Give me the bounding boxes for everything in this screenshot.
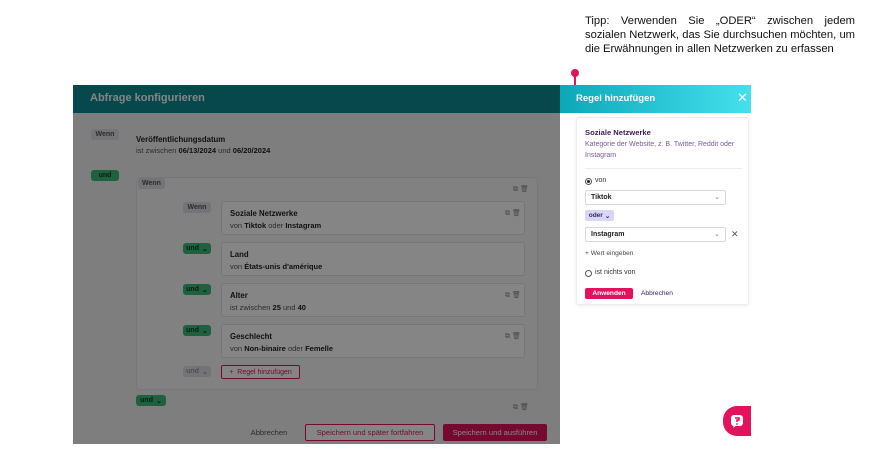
select-network-1[interactable]: Tiktok ⌄ — [585, 190, 726, 205]
tip-connector-dot — [571, 69, 579, 77]
rule-title: Soziale Netzwerke — [585, 128, 651, 137]
tip-text: Tipp: Verwenden Sie „ODER“ zwischen jede… — [585, 15, 855, 56]
chevron-down-icon: ⌄ — [604, 212, 611, 220]
page: Tipp: Verwenden Sie „ODER“ zwischen jede… — [0, 0, 872, 475]
add-value-button[interactable]: + Wert eingeben — [585, 250, 633, 257]
panel-cancel-button[interactable]: Abbrechen — [641, 290, 673, 297]
radio-von[interactable] — [585, 178, 592, 185]
plus-icon: + — [585, 250, 589, 257]
panel-title: Regel hinzufügen — [576, 93, 656, 104]
modal-overlay — [73, 85, 560, 444]
chevron-down-icon: ⌄ — [714, 194, 720, 201]
chevron-down-icon: ⌄ — [714, 231, 720, 238]
rule-description: Kategorie der Website, z. B. Twitter, Re… — [585, 141, 735, 159]
divider — [585, 168, 742, 169]
remove-value-icon[interactable]: ✕ — [731, 229, 739, 240]
radio-von-label: von — [595, 177, 607, 184]
radio-not-any[interactable] — [585, 270, 592, 277]
close-icon[interactable]: ✕ — [737, 90, 748, 106]
radio-not-any-label: ist nichts von — [595, 269, 636, 276]
rule-editor-card: Soziale Netzwerke Kategorie der Website,… — [576, 117, 749, 305]
add-rule-panel: Regel hinzufügen ✕ Soziale Netzwerke Kat… — [560, 85, 751, 444]
panel-header: Regel hinzufügen ✕ — [560, 85, 751, 113]
oder-operator[interactable]: oder ⌄ — [585, 210, 614, 221]
chat-widget-button[interactable] — [723, 406, 751, 436]
apply-button[interactable]: Anwenden — [585, 288, 633, 299]
select-network-2[interactable]: Instagram ⌄ — [585, 227, 726, 242]
chat-icon — [731, 415, 743, 428]
